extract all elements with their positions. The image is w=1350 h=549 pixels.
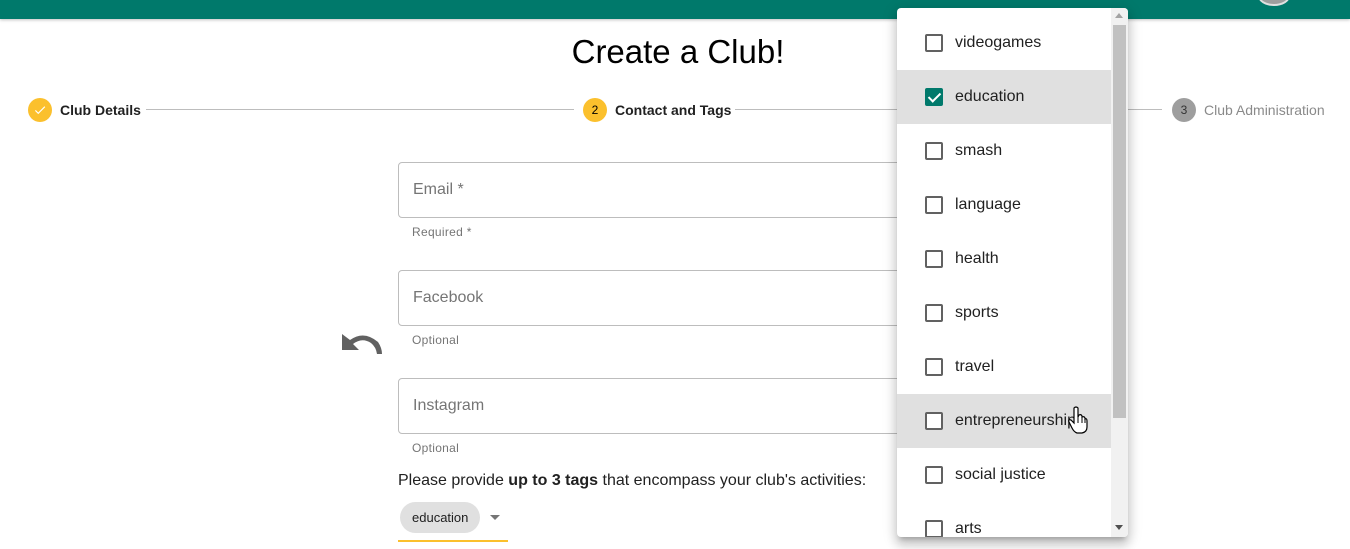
step-number-circle: 3 xyxy=(1172,98,1196,122)
instagram-hint: Optional xyxy=(412,441,460,455)
check-icon xyxy=(34,106,46,115)
email-placeholder: Email * xyxy=(413,181,464,198)
scroll-down-arrow-icon[interactable] xyxy=(1115,525,1123,530)
checkbox[interactable] xyxy=(925,520,943,537)
instagram-placeholder: Instagram xyxy=(413,397,485,414)
option-label: language xyxy=(955,196,1021,213)
scroll-up-arrow-icon[interactable] xyxy=(1115,13,1123,18)
checkbox[interactable] xyxy=(925,142,943,160)
dropdown-scrollbar[interactable] xyxy=(1111,8,1128,537)
option-smash[interactable]: smash xyxy=(897,124,1111,178)
option-travel[interactable]: travel xyxy=(897,340,1111,394)
tag-chip-education[interactable]: education xyxy=(400,502,481,533)
facebook-hint: Optional xyxy=(412,333,460,347)
option-social-justice[interactable]: social justice xyxy=(897,448,1111,502)
checkbox[interactable] xyxy=(925,34,943,52)
instagram-field[interactable]: Instagram xyxy=(398,378,918,434)
option-label: education xyxy=(955,88,1025,105)
option-language[interactable]: language xyxy=(897,178,1111,232)
page-title: Create a Club! xyxy=(571,33,785,70)
hand-pointer-icon xyxy=(1068,406,1088,434)
option-label: social justice xyxy=(955,466,1046,483)
checkbox[interactable] xyxy=(925,412,943,430)
checkbox[interactable] xyxy=(925,196,943,214)
option-label: travel xyxy=(955,358,995,375)
tags-dropdown-menu[interactable]: videogames education smash language heal… xyxy=(897,8,1128,537)
facebook-field[interactable]: Facebook xyxy=(398,270,918,326)
step-complete-circle xyxy=(28,98,52,122)
option-label: health xyxy=(955,250,999,267)
option-label: smash xyxy=(955,142,1003,159)
email-field[interactable]: Email * xyxy=(398,162,918,218)
tags-prompt-prefix: Please provide xyxy=(398,472,509,489)
step-label: Club Administration xyxy=(1204,102,1325,118)
tags-prompt-bold: up to 3 tags xyxy=(508,472,599,489)
user-avatar[interactable] xyxy=(1258,0,1290,6)
option-videogames[interactable]: videogames xyxy=(897,16,1111,70)
checkbox[interactable] xyxy=(925,358,943,376)
checkbox[interactable] xyxy=(925,250,943,268)
step-club-details[interactable]: Club Details xyxy=(28,98,141,122)
facebook-placeholder: Facebook xyxy=(413,289,484,306)
step-contact-and-tags[interactable]: 2 Contact and Tags xyxy=(583,98,731,122)
step-connector xyxy=(1128,109,1162,110)
app-bar xyxy=(0,0,1350,19)
step-connector xyxy=(735,109,897,110)
step-label: Club Details xyxy=(60,102,141,118)
option-label: sports xyxy=(955,304,999,321)
checkbox[interactable] xyxy=(925,466,943,484)
undo-icon[interactable] xyxy=(340,330,384,358)
option-sports[interactable]: sports xyxy=(897,286,1111,340)
checkbox-checked[interactable] xyxy=(925,88,943,106)
option-health[interactable]: health xyxy=(897,232,1111,286)
option-label: videogames xyxy=(955,34,1042,51)
option-label: entrepreneurship xyxy=(955,412,1076,429)
arrow-drop-down-icon[interactable] xyxy=(490,515,500,520)
tags-select-underline xyxy=(398,540,508,542)
scrollbar-thumb[interactable] xyxy=(1113,25,1126,418)
option-label: arts xyxy=(955,520,982,537)
step-number-circle: 2 xyxy=(583,98,607,122)
tags-prompt: Please provide up to 3 tags that encompa… xyxy=(398,472,866,490)
checkbox[interactable] xyxy=(925,304,943,322)
option-education[interactable]: education xyxy=(897,70,1111,124)
email-hint: Required * xyxy=(412,225,472,239)
step-label: Contact and Tags xyxy=(615,102,732,118)
step-connector xyxy=(146,109,574,110)
tags-prompt-suffix: that encompass your club's activities: xyxy=(598,472,867,489)
option-arts[interactable]: arts xyxy=(897,502,1111,537)
step-club-administration[interactable]: 3 Club Administration xyxy=(1172,98,1325,122)
